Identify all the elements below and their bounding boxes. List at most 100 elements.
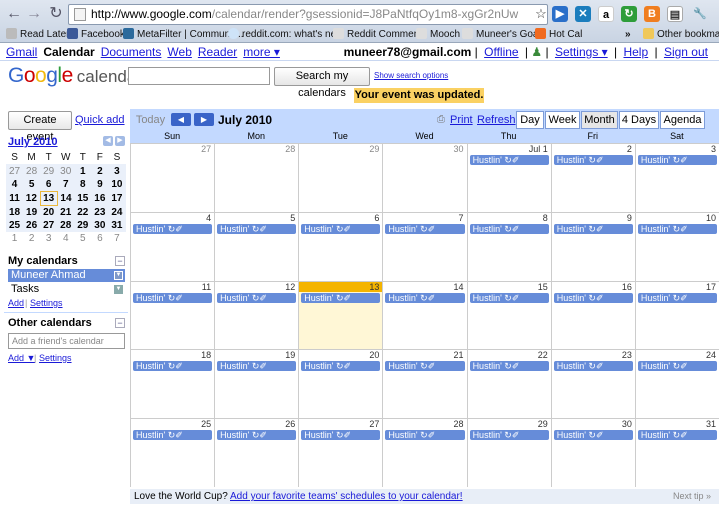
day-cell[interactable]: 20 Hustlin' ↻✐ bbox=[298, 349, 383, 419]
mini-day[interactable]: 3 bbox=[108, 164, 126, 178]
bookmark-metafilter[interactable]: MetaFilter | Communit... bbox=[123, 27, 244, 42]
mini-day[interactable]: 26 bbox=[23, 218, 41, 233]
day-cell[interactable]: 29 Hustlin' ↻✐ bbox=[466, 418, 551, 487]
amazon-extension-icon[interactable]: a bbox=[598, 6, 614, 22]
mini-day[interactable]: 17 bbox=[108, 191, 126, 206]
day-number[interactable]: 7 bbox=[459, 213, 464, 223]
day-number[interactable]: 24 bbox=[706, 350, 716, 360]
view-day[interactable]: Day bbox=[516, 111, 544, 129]
mini-day[interactable]: 5 bbox=[74, 232, 91, 245]
mini-day[interactable]: 25 bbox=[6, 218, 24, 233]
day-cell[interactable]: 8 Hustlin' ↻✐ bbox=[466, 211, 551, 281]
settings-link[interactable]: Settings ▾ bbox=[555, 45, 608, 59]
star-icon[interactable]: ☆ bbox=[531, 4, 551, 24]
event-chip[interactable]: Hustlin' ↻✐ bbox=[385, 361, 465, 372]
tools-extension-icon[interactable]: ✕ bbox=[575, 6, 591, 22]
day-cell[interactable]: 23 Hustlin' ↻✐ bbox=[550, 349, 635, 419]
event-chip[interactable]: Hustlin' ↻✐ bbox=[553, 155, 633, 165]
event-chip[interactable]: Hustlin' ↻✐ bbox=[469, 155, 549, 165]
mini-day[interactable]: 2 bbox=[23, 232, 40, 245]
mini-day[interactable]: 3 bbox=[40, 232, 57, 245]
mini-day[interactable]: 9 bbox=[91, 177, 109, 192]
day-cell[interactable]: 24 Hustlin' ↻✐ bbox=[634, 349, 719, 419]
next-tip-link[interactable]: Next tip » bbox=[673, 489, 711, 504]
back-arrow-icon[interactable]: ← bbox=[4, 4, 24, 24]
page-menu-icon[interactable]: ▤ bbox=[667, 6, 683, 22]
mini-day[interactable]: 15 bbox=[74, 191, 92, 206]
view-agenda[interactable]: Agenda bbox=[660, 111, 705, 129]
mini-day[interactable]: 31 bbox=[108, 218, 126, 233]
day-cell[interactable]: 19 Hustlin' ↻✐ bbox=[214, 349, 299, 419]
event-chip[interactable]: Hustlin' ↻✐ bbox=[637, 155, 717, 165]
refresh-link[interactable]: Refresh bbox=[477, 114, 516, 126]
bookmark-reddit-comments[interactable]: Reddit Comments bbox=[333, 27, 427, 42]
mini-day[interactable]: 28 bbox=[57, 218, 75, 233]
day-cell[interactable]: 2 Hustlin' ↻✐ bbox=[550, 143, 635, 212]
mini-day[interactable]: 29 bbox=[40, 164, 58, 178]
mini-day[interactable]: 30 bbox=[91, 218, 109, 233]
day-cell[interactable]: 9 Hustlin' ↻✐ bbox=[550, 211, 635, 281]
event-chip[interactable]: Hustlin' ↻✐ bbox=[469, 361, 549, 372]
day-number[interactable]: 29 bbox=[369, 144, 379, 154]
day-cell[interactable]: 28 bbox=[214, 143, 299, 212]
mini-day[interactable]: 22 bbox=[74, 205, 92, 219]
day-number[interactable]: 11 bbox=[202, 282, 211, 292]
view-week[interactable]: Week bbox=[545, 111, 580, 129]
mini-day[interactable]: 27 bbox=[6, 164, 24, 178]
day-number[interactable]: 28 bbox=[285, 144, 295, 154]
mini-day[interactable]: 8 bbox=[74, 177, 92, 192]
mini-day[interactable]: 7 bbox=[57, 177, 75, 192]
reload-icon[interactable]: ↻ bbox=[46, 4, 66, 24]
event-chip[interactable]: Hustlin' ↻✐ bbox=[553, 223, 633, 234]
event-chip[interactable]: Hustlin' ↻✐ bbox=[301, 292, 381, 303]
day-cell[interactable]: 30 Hustlin' ↻✐ bbox=[550, 418, 635, 487]
mini-day[interactable]: 1 bbox=[74, 164, 92, 178]
mini-day[interactable]: 21 bbox=[57, 205, 75, 219]
mini-day[interactable]: 20 bbox=[40, 205, 58, 219]
event-chip[interactable]: Hustlin' ↻✐ bbox=[385, 292, 465, 303]
collapse-icon[interactable]: − bbox=[115, 318, 125, 328]
print-link[interactable]: Print bbox=[450, 114, 473, 126]
event-chip[interactable]: Hustlin' ↻✐ bbox=[469, 430, 549, 441]
search-button[interactable]: Search my calendars bbox=[274, 67, 370, 99]
day-number[interactable]: 10 bbox=[706, 213, 716, 223]
day-cell[interactable]: 7 Hustlin' ↻✐ bbox=[382, 211, 467, 281]
event-chip[interactable]: Hustlin' ↻✐ bbox=[133, 430, 213, 441]
day-number[interactable]: 15 bbox=[538, 282, 548, 292]
bookmark-read-later[interactable]: Read Later bbox=[6, 27, 69, 42]
day-cell[interactable]: 11 Hustlin' ↻✐ bbox=[130, 280, 215, 350]
day-number[interactable]: 23 bbox=[622, 350, 632, 360]
event-chip[interactable]: Hustlin' ↻✐ bbox=[637, 223, 717, 234]
day-number[interactable]: 6 bbox=[374, 213, 379, 223]
day-cell[interactable]: 13 Hustlin' ↻✐ bbox=[298, 280, 383, 350]
create-event-button[interactable]: Create event bbox=[8, 111, 72, 143]
my-calendars-heading[interactable]: My calendars bbox=[8, 255, 78, 267]
calendar-settings-link[interactable]: Settings bbox=[30, 298, 63, 308]
bookmark-mooch[interactable]: Mooch bbox=[416, 27, 460, 42]
day-cell[interactable]: 14 Hustlin' ↻✐ bbox=[382, 280, 467, 350]
day-number[interactable]: 17 bbox=[706, 282, 716, 292]
day-number[interactable]: 28 bbox=[454, 419, 464, 429]
mini-next-icon[interactable]: ▶ bbox=[115, 136, 125, 146]
day-cell[interactable]: 21 Hustlin' ↻✐ bbox=[382, 349, 467, 419]
event-chip[interactable]: Hustlin' ↻✐ bbox=[553, 361, 633, 372]
calendar-item-tasks[interactable]: Tasks ▼ bbox=[8, 283, 125, 296]
day-cell[interactable]: 28 Hustlin' ↻✐ bbox=[382, 418, 467, 487]
mini-day[interactable]: 1 bbox=[6, 232, 23, 245]
view-4days[interactable]: 4 Days bbox=[619, 111, 659, 129]
day-cell[interactable]: 5 Hustlin' ↻✐ bbox=[214, 211, 299, 281]
mini-day[interactable]: 13 bbox=[39, 190, 58, 206]
event-chip[interactable]: Hustlin' ↻✐ bbox=[637, 292, 717, 303]
day-number[interactable]: 2 bbox=[627, 144, 632, 154]
day-cell[interactable]: Jul 1 Hustlin' ↻✐ bbox=[466, 143, 551, 212]
day-cell[interactable]: 31 Hustlin' ↻✐ bbox=[634, 418, 719, 487]
event-chip[interactable]: Hustlin' ↻✐ bbox=[469, 292, 549, 303]
gbar-calendar[interactable]: Calendar bbox=[43, 45, 94, 59]
prev-period-icon[interactable]: ◀ bbox=[171, 113, 191, 126]
mini-day[interactable]: 28 bbox=[23, 164, 41, 178]
bookmark-hot-cal[interactable]: Hot Cal bbox=[535, 27, 582, 42]
day-number[interactable]: 26 bbox=[285, 419, 295, 429]
event-chip[interactable]: Hustlin' ↻✐ bbox=[469, 223, 549, 234]
mini-day[interactable]: 14 bbox=[57, 191, 75, 206]
blogger-extension-icon[interactable]: B bbox=[644, 6, 660, 22]
